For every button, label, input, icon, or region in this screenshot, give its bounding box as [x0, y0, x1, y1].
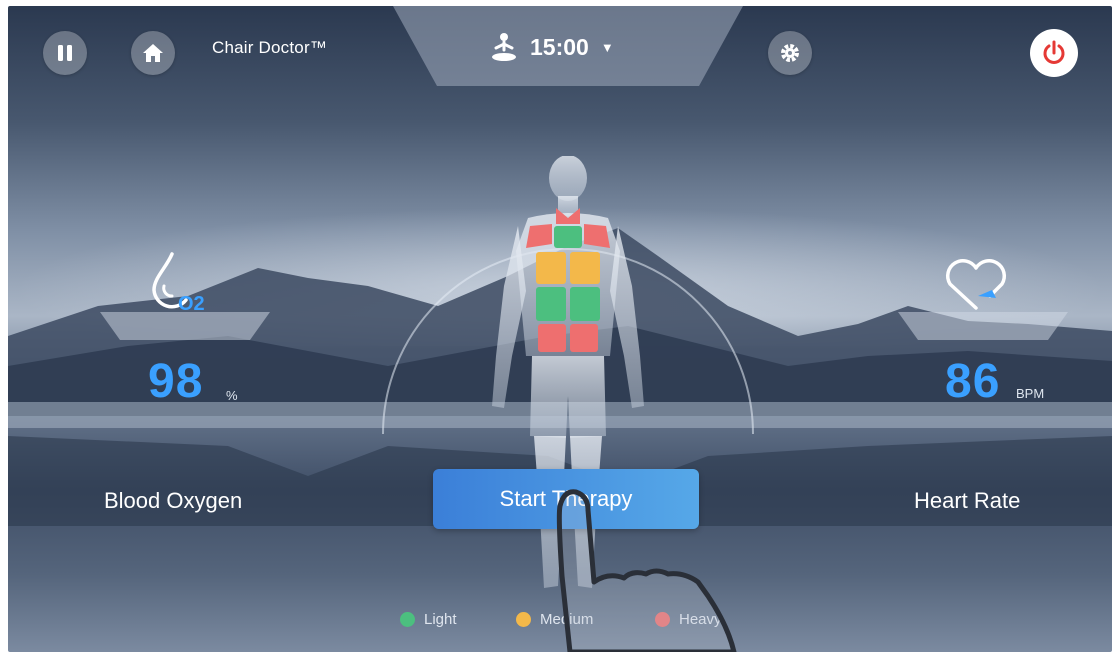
meditation-icon: [492, 33, 516, 61]
pause-button[interactable]: [43, 31, 87, 75]
chevron-down-icon: ▼: [600, 39, 614, 55]
zone-upper-spine: [554, 226, 582, 248]
zone-mid-left: [536, 252, 566, 284]
app-brand: Chair Doctor™: [212, 38, 328, 57]
session-timer-selector[interactable]: 15:00 ▼: [490, 32, 614, 62]
blood-oxygen-unit: %: [226, 388, 238, 403]
zone-left-shoulder: [526, 224, 552, 248]
heart-icon: [946, 258, 1006, 310]
zone-lower-right: [570, 287, 600, 321]
heart-rate-label: Heart Rate: [914, 488, 1021, 513]
zone-lower-left: [536, 287, 566, 321]
legend-light: Light: [400, 611, 457, 628]
blood-oxygen-label: Blood Oxygen: [104, 488, 243, 513]
power-icon: [1043, 40, 1065, 64]
pointing-hand-icon: [556, 489, 737, 652]
pause-icon: [58, 45, 72, 61]
settings-button[interactable]: [768, 31, 812, 75]
zone-lumbar-left: [538, 324, 566, 352]
blood-oxygen-value: 98: [148, 355, 204, 408]
legend-light-label: Light: [424, 611, 457, 628]
heart-pedestal: [898, 312, 1068, 340]
zone-right-shoulder: [584, 224, 610, 248]
home-icon: [143, 44, 163, 62]
light-dot: [400, 612, 415, 627]
home-button[interactable]: [131, 31, 175, 75]
gear-icon: [781, 44, 799, 62]
timer-value: 15:00: [530, 33, 589, 60]
power-button[interactable]: [1030, 29, 1078, 77]
heart-rate-value: 86: [945, 355, 1001, 408]
zone-lumbar-right: [570, 324, 598, 352]
oxygen-pedestal: [100, 312, 270, 340]
oxygen-icon-text: O2: [178, 293, 205, 314]
zone-mid-right: [570, 252, 600, 284]
app-screen: Chair Doctor™ 15:00 ▼ O2 98 % Blood Oxyg…: [8, 6, 1112, 652]
heart-rate-unit: BPM: [1016, 386, 1045, 401]
oxygen-drop-icon: O2: [152, 252, 205, 314]
